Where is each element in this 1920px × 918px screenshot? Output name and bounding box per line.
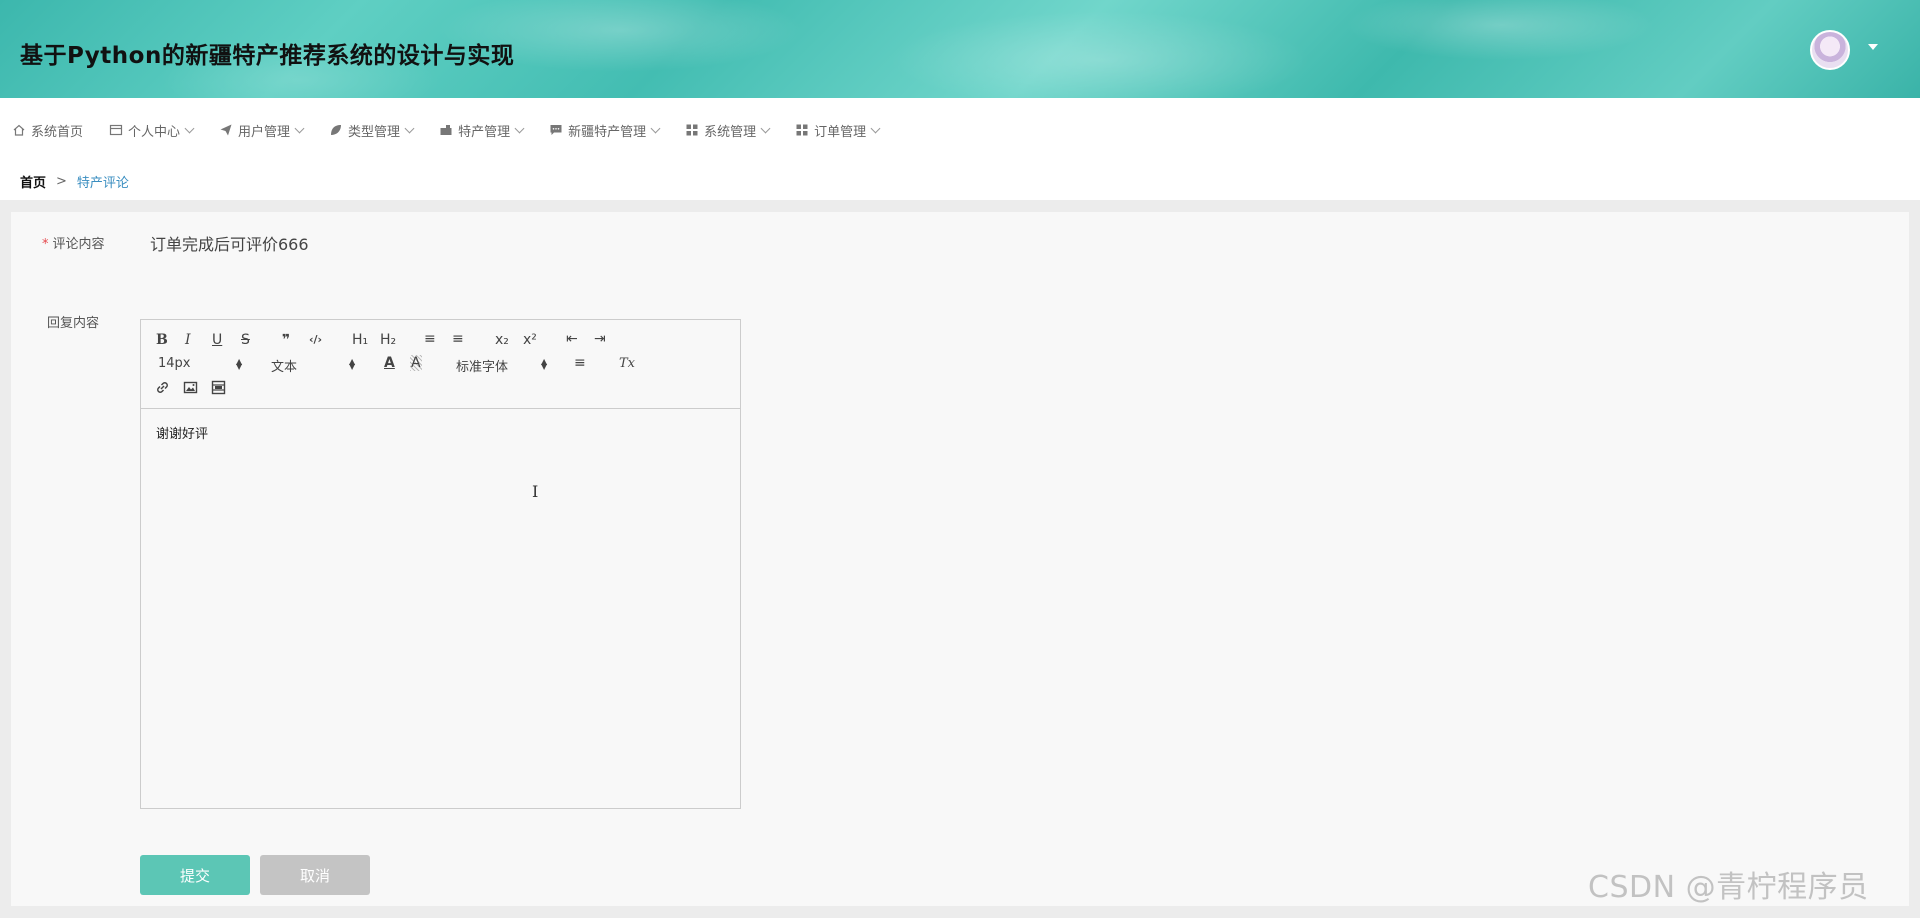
font-size-value: 14px — [158, 356, 191, 371]
subscript-button[interactable]: x₂ — [495, 332, 509, 348]
background-color-button[interactable]: A — [410, 355, 422, 371]
breadcrumb-separator: > — [56, 174, 67, 189]
image-icon[interactable] — [183, 380, 198, 399]
comment-label-text: 评论内容 — [52, 237, 105, 252]
font-size-select[interactable]: 14px ▲ ▼ — [158, 356, 242, 371]
menu-item-profile[interactable]: 个人中心 — [109, 121, 195, 140]
bold-button[interactable]: B — [156, 332, 168, 348]
indent-button[interactable]: ⇥ — [594, 331, 606, 347]
comment-value: 订单完成后可评价666 — [150, 235, 309, 254]
reply-label: 回复内容 — [47, 316, 100, 331]
link-icon[interactable] — [155, 380, 170, 399]
clear-format-button[interactable]: Tx — [619, 356, 635, 372]
required-mark: * — [42, 237, 49, 252]
menu-item-types[interactable]: 类型管理 — [329, 121, 415, 140]
block-format-value: 文本 — [271, 360, 298, 375]
menu-label: 订单管理 — [814, 124, 867, 140]
menu-label: 个人中心 — [128, 124, 181, 140]
menu-item-home[interactable]: 系统首页 — [12, 121, 83, 140]
font-color-button[interactable]: A — [384, 355, 395, 371]
top-menu: 系统首页 个人中心 用户管理 类型管理 特产管理 新疆特产管理 系统管理 订单管… — [12, 120, 905, 140]
chevron-down-icon — [294, 123, 305, 133]
caret-down-icon[interactable] — [1868, 44, 1878, 50]
editor-toolbar: B I U S ❞ ‹/› H₁ H₂ ≡ ≡ x₂ x² ⇤ ⇥ 14px ▲… — [141, 320, 740, 409]
block-format-select[interactable]: 文本 ▲ ▼ — [271, 356, 356, 376]
select-arrows-icon: ▲ ▼ — [541, 357, 548, 371]
rich-text-editor[interactable]: B I U S ❞ ‹/› H₁ H₂ ≡ ≡ x₂ x² ⇤ ⇥ 14px ▲… — [140, 319, 741, 809]
cancel-button[interactable]: 取消 — [260, 855, 370, 895]
menu-item-products[interactable]: 特产管理 — [439, 121, 525, 140]
ordered-list-button[interactable]: ≡ — [424, 331, 436, 347]
leaf-icon — [329, 123, 343, 137]
chevron-down-icon — [870, 123, 881, 133]
breadcrumb-home[interactable]: 首页 — [20, 172, 46, 191]
h2-button[interactable]: H₂ — [380, 332, 396, 348]
italic-button[interactable]: I — [185, 332, 191, 348]
comment-label: * 评论内容 — [42, 233, 105, 252]
chevron-down-icon — [184, 123, 195, 133]
breadcrumb: 首页 > 特产评论 — [20, 172, 129, 191]
font-family-value: 标准字体 — [456, 360, 509, 375]
code-button[interactable]: ‹/› — [309, 332, 322, 348]
h1-button[interactable]: H₁ — [352, 332, 368, 348]
avatar[interactable] — [1810, 30, 1850, 70]
outdent-button[interactable]: ⇤ — [566, 331, 578, 347]
menu-item-users[interactable]: 用户管理 — [219, 121, 305, 140]
font-family-select[interactable]: 标准字体 ▲ ▼ — [456, 356, 552, 376]
menu-label: 系统首页 — [31, 124, 84, 140]
chevron-down-icon — [760, 123, 771, 133]
video-icon[interactable] — [211, 380, 226, 399]
grid-icon — [795, 123, 809, 137]
header-banner: 基于Python的新疆特产推荐系统的设计与实现 — [0, 0, 1920, 98]
app-title: 基于Python的新疆特产推荐系统的设计与实现 — [20, 43, 515, 69]
menu-label: 系统管理 — [704, 124, 757, 140]
menu-item-xinjiang-products[interactable]: 新疆特产管理 — [549, 121, 661, 140]
select-arrows-icon: ▲ ▼ — [349, 357, 356, 371]
breadcrumb-current: 特产评论 — [76, 176, 129, 191]
menu-label: 特产管理 — [458, 124, 511, 140]
superscript-button[interactable]: x² — [523, 332, 537, 348]
editor-content[interactable]: 谢谢好评 — [141, 409, 740, 456]
profile-icon — [109, 123, 123, 137]
chat-icon — [549, 123, 563, 137]
strike-button[interactable]: S — [241, 332, 250, 348]
briefcase-icon — [439, 123, 453, 137]
underline-button[interactable]: U — [212, 332, 222, 348]
quote-button[interactable]: ❞ — [282, 332, 290, 348]
align-button[interactable]: ≡ — [574, 355, 586, 371]
home-icon — [12, 123, 26, 137]
chevron-down-icon — [650, 123, 661, 133]
menu-item-orders[interactable]: 订单管理 — [795, 121, 881, 140]
send-icon — [219, 123, 233, 137]
chevron-down-icon — [514, 123, 525, 133]
watermark: CSDN @青柠程序员 — [1588, 870, 1869, 905]
chevron-down-icon — [404, 123, 415, 133]
select-arrows-icon: ▲ ▼ — [236, 357, 243, 371]
grid-icon — [685, 123, 699, 137]
nav-bar — [0, 98, 1920, 200]
menu-label: 用户管理 — [238, 124, 291, 140]
menu-label: 类型管理 — [348, 124, 401, 140]
menu-item-system[interactable]: 系统管理 — [685, 121, 771, 140]
text-cursor-icon: I — [532, 482, 539, 501]
bullet-list-button[interactable]: ≡ — [452, 331, 464, 347]
submit-button[interactable]: 提交 — [140, 855, 250, 895]
menu-label: 新疆特产管理 — [568, 124, 647, 140]
